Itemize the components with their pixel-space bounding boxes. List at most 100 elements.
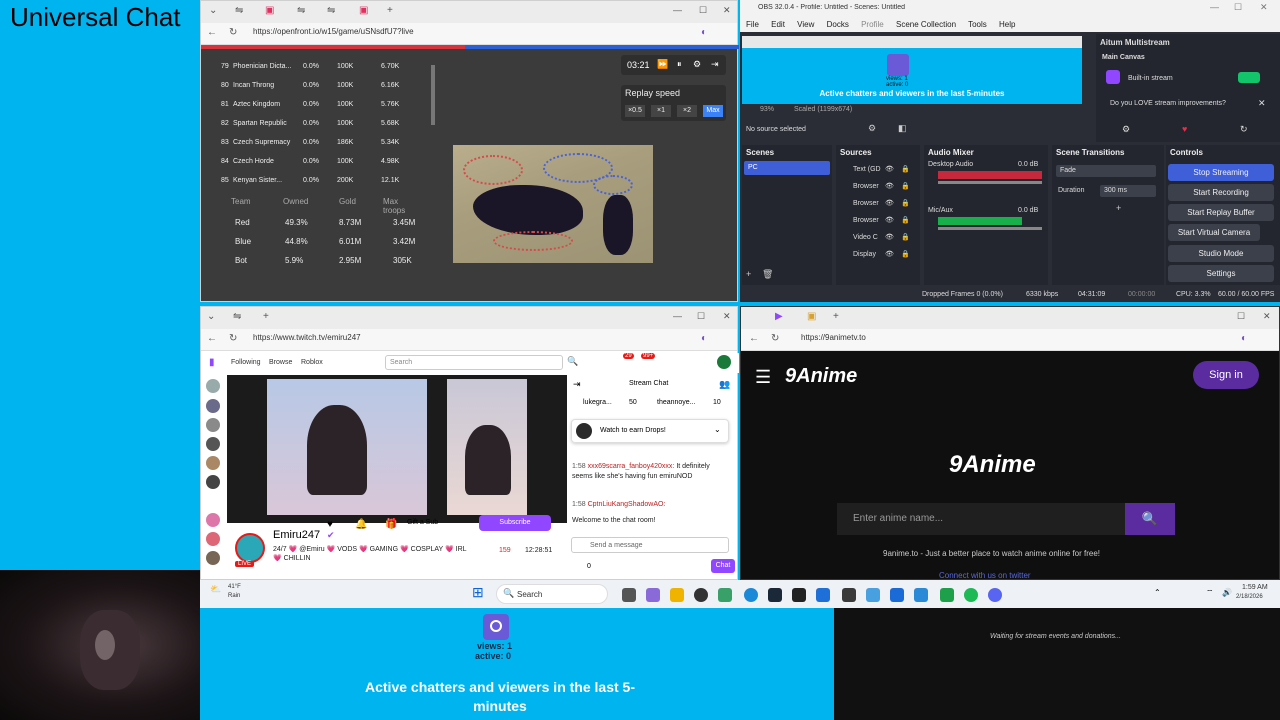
- bell-icon[interactable]: 🔔: [355, 519, 367, 530]
- add-icon[interactable]: +: [746, 269, 751, 279]
- youtube-tab-icon[interactable]: ▣: [265, 5, 274, 16]
- menu-help[interactable]: Help: [999, 20, 1015, 29]
- sidebar-channel-avatar[interactable]: [206, 475, 220, 489]
- gifter-name[interactable]: lukegra...: [583, 399, 612, 406]
- studio-mode-button[interactable]: Studio Mode: [1168, 245, 1274, 262]
- maximize-icon[interactable]: ☐: [699, 5, 707, 16]
- app-icon[interactable]: [842, 588, 856, 602]
- speed-0-5-button[interactable]: ×0.5: [625, 105, 645, 117]
- scene-item-pc[interactable]: PC: [744, 161, 830, 175]
- app-icon[interactable]: [914, 588, 928, 602]
- anime-search-input[interactable]: Enter anime name...: [837, 503, 1125, 535]
- desktop-volume-slider[interactable]: [938, 181, 1042, 184]
- twitch-search-input[interactable]: Search: [385, 355, 563, 370]
- streamer-name[interactable]: Emiru247: [273, 529, 320, 541]
- back-icon[interactable]: ←: [749, 333, 759, 344]
- refresh-icon[interactable]: ↻: [229, 27, 237, 38]
- close-icon[interactable]: ✕: [1260, 2, 1268, 13]
- gear-icon[interactable]: ⚙: [1122, 124, 1130, 135]
- video-player[interactable]: [227, 375, 567, 523]
- chat-send-button[interactable]: Chat: [711, 559, 735, 573]
- refresh-icon[interactable]: ↻: [229, 333, 237, 344]
- steam-icon[interactable]: [768, 588, 782, 602]
- copilot-icon[interactable]: ◐: [701, 27, 707, 38]
- app-icon[interactable]: [890, 588, 904, 602]
- discord-icon[interactable]: [988, 588, 1002, 602]
- heart-icon[interactable]: ♥: [327, 519, 333, 530]
- copilot-icon[interactable]: ◐: [701, 333, 707, 344]
- users-icon[interactable]: 👥: [719, 379, 730, 390]
- zoom-level[interactable]: 93%: [760, 106, 774, 113]
- sidebar-channel-avatar[interactable]: [206, 399, 220, 413]
- stop-streaming-button[interactable]: Stop Streaming: [1168, 164, 1274, 181]
- sidebar-channel-avatar[interactable]: [206, 532, 220, 546]
- new-tab-icon[interactable]: +: [833, 311, 839, 322]
- tab-icon[interactable]: ▣: [807, 311, 816, 322]
- mic-volume-slider[interactable]: [938, 227, 1042, 230]
- nav-browse[interactable]: Browse: [269, 359, 292, 366]
- weather-icon[interactable]: ⛅: [210, 584, 221, 595]
- minimize-icon[interactable]: —: [673, 311, 682, 321]
- app-icon[interactable]: [866, 588, 880, 602]
- settings-icon[interactable]: ⚙: [693, 59, 701, 70]
- xbox-icon[interactable]: [940, 588, 954, 602]
- gift-icon[interactable]: 🎁: [385, 519, 397, 530]
- defender-icon[interactable]: [816, 588, 830, 602]
- sidebar-channel-avatar[interactable]: [206, 437, 220, 451]
- gear-icon[interactable]: ⚙: [868, 123, 876, 134]
- exit-icon[interactable]: ⇥: [711, 59, 719, 70]
- app-icon[interactable]: [792, 588, 806, 602]
- menu-tools[interactable]: Tools: [968, 20, 987, 29]
- menu-view[interactable]: View: [797, 20, 814, 29]
- streamer-avatar[interactable]: [235, 533, 265, 563]
- task-view-icon[interactable]: [622, 588, 636, 602]
- edge-icon[interactable]: [744, 588, 758, 602]
- transition-select[interactable]: Fade: [1056, 165, 1156, 177]
- tab-menu-icon[interactable]: ⌄: [209, 5, 217, 16]
- hamburger-menu-icon[interactable]: ☰: [755, 367, 771, 388]
- stream-toggle[interactable]: [1238, 72, 1260, 83]
- speed-1-button[interactable]: ×1: [651, 105, 671, 117]
- gift-a-sub-button[interactable]: Gift a Sub: [407, 519, 438, 526]
- leaderboard-scrollbar[interactable]: [431, 65, 435, 125]
- obs-icon[interactable]: [694, 588, 708, 602]
- scale-select[interactable]: Scaled (1199x674): [794, 106, 852, 113]
- url-text[interactable]: https://openfront.io/w15/game/uSNsdfU7?l…: [253, 27, 553, 36]
- menu-scene-collection[interactable]: Scene Collection: [896, 20, 956, 29]
- youtube-tab-icon[interactable]: ▣: [359, 5, 368, 16]
- trash-icon[interactable]: 🗑: [762, 269, 773, 280]
- minimize-icon[interactable]: —: [673, 5, 682, 15]
- drops-banner[interactable]: Watch to earn Drops! ⌄: [571, 419, 729, 443]
- back-icon[interactable]: ←: [207, 333, 217, 344]
- menu-docks[interactable]: Docks: [827, 20, 849, 29]
- sidebar-channel-avatar[interactable]: [206, 456, 220, 470]
- copilot-icon[interactable]: ◐: [1241, 333, 1247, 344]
- twitch-logo-icon[interactable]: ▮: [209, 357, 215, 368]
- windows-start-icon[interactable]: ⊞: [472, 584, 484, 601]
- avatar[interactable]: [717, 355, 731, 369]
- tab-menu-icon[interactable]: ⌄: [207, 311, 215, 322]
- menu-profile[interactable]: Profile: [861, 20, 884, 29]
- pause-icon[interactable]: ⏸: [677, 59, 682, 70]
- wifi-icon[interactable]: ⌔: [1206, 588, 1214, 598]
- duration-input[interactable]: 300 ms: [1100, 185, 1156, 197]
- sidebar-channel-avatar[interactable]: [206, 513, 220, 527]
- fast-forward-icon[interactable]: ⏩: [657, 59, 668, 70]
- obs-preview[interactable]: views: 1 active: 0 Active chatters and v…: [742, 36, 1082, 104]
- gifter-name[interactable]: theannoye...: [657, 399, 696, 406]
- close-icon[interactable]: ✕: [723, 311, 731, 322]
- sidebar-channel-avatar[interactable]: [206, 379, 220, 393]
- heart-icon[interactable]: ♥: [1182, 124, 1187, 134]
- new-tab-icon[interactable]: +: [263, 311, 269, 322]
- clock-time[interactable]: 1:59 AM: [1242, 584, 1268, 591]
- add-icon[interactable]: +: [1116, 203, 1121, 213]
- chevron-down-icon[interactable]: ⌄: [714, 425, 721, 434]
- sidebar-channel-avatar[interactable]: [206, 551, 220, 565]
- subscribe-button[interactable]: Subscribe: [479, 515, 551, 531]
- source-item[interactable]: Video C 👁 🔒: [837, 231, 917, 246]
- tab-icon[interactable]: ⇋: [297, 5, 305, 16]
- tab-icon[interactable]: ⇋: [233, 311, 241, 322]
- clock-date[interactable]: 2/18/2026: [1236, 594, 1263, 600]
- file-explorer-icon[interactable]: [670, 588, 684, 602]
- play-tab-icon[interactable]: ▶: [775, 311, 783, 322]
